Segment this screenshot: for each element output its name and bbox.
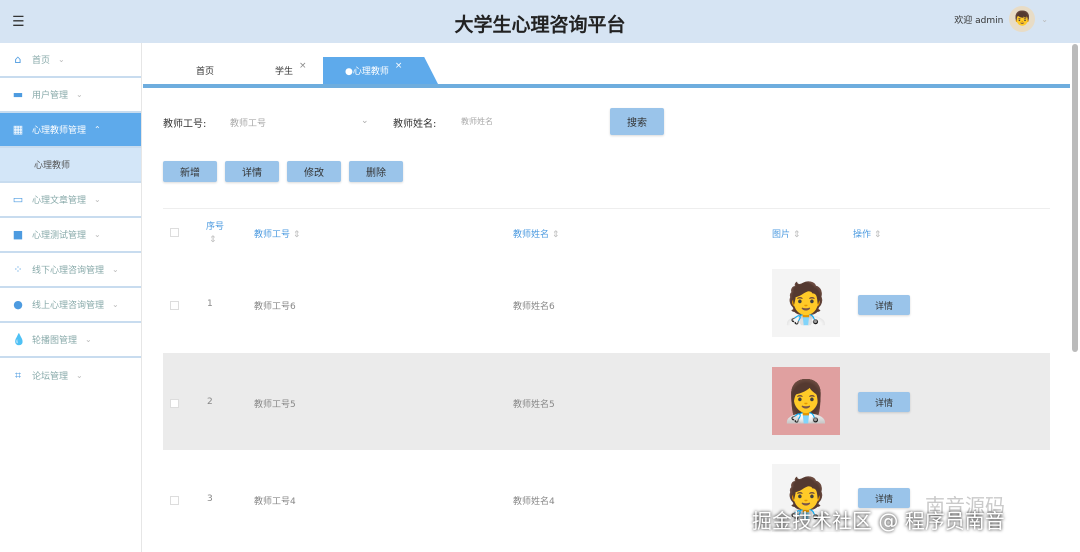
sidebar-subitem-teacher[interactable]: 心理教师 [0,148,141,183]
sidebar-item-home[interactable]: ⌂ 首页 ⌄ [0,43,141,78]
top-header: ☰ 大学生心理咨询平台 欢迎 admin 👦 ⌄ [0,0,1080,43]
avatar[interactable]: 👦 [1009,6,1036,32]
chevron-down-icon: ⌄ [85,335,92,344]
tab-label: 首页 [196,67,215,77]
sort-icon: ⇕ [873,230,882,240]
row-checkbox[interactable] [170,301,179,310]
edit-button[interactable]: 修改 [287,161,341,182]
sidebar-item-users[interactable]: ▬ 用户管理 ⌄ [0,78,141,113]
sidebar-item-label: 心理测试管理 [32,231,87,241]
welcome-text: 欢迎 admin [954,15,1004,26]
row-teacher-id: 教师工号4 [254,497,296,507]
tab-label: ●心理教师 [345,67,389,77]
chevron-down-icon: ⌄ [1041,14,1048,24]
chevron-down-icon: ⌄ [58,55,65,64]
grid-icon: ▦ [12,123,24,136]
row-checkbox[interactable] [170,496,179,505]
teacher-photo: 👩‍⚕️ [772,367,840,435]
close-icon[interactable]: × [299,61,307,71]
chevron-down-icon: ⌄ [112,265,119,274]
tab-students[interactable]: 学生 × [275,57,307,84]
sidebar-item-teachers[interactable]: ▦ 心理教师管理 ⌃ [0,113,141,148]
teacher-table: 序号 ⇕ 教师工号 ⇕ 教师姓名 ⇕ 图片 ⇕ 操作 ⇕ 1 教师工号6 教师姓… [163,208,1050,552]
row-teacher-name: 教师姓名4 [513,497,555,507]
page-title: 大学生心理咨询平台 [454,14,626,36]
detail-button[interactable]: 详情 [225,161,279,182]
teacher-name-label: 教师姓名: [393,119,437,130]
watermark: 掘金技术社区 @ 程序员南音 [752,509,1005,533]
delete-button[interactable]: 删除 [349,161,403,182]
sidebar-item-online[interactable]: ● 线上心理咨询管理 ⌄ [0,288,141,323]
teacher-photo: 🧑‍⚕️ [772,269,840,337]
select-all-checkbox[interactable] [170,228,179,237]
chat-icon: ● [13,298,23,311]
tab-bar: 首页 学生 × ●心理教师 × [143,44,1070,88]
sidebar-item-label: 线上心理咨询管理 [32,301,105,311]
tab-teachers[interactable]: ●心理教师 × [323,57,438,84]
chevron-down-icon: ⌄ [76,90,83,99]
scrollbar[interactable] [1072,44,1078,352]
tab-home[interactable]: 首页 [196,57,214,84]
sidebar-item-tests[interactable]: ■ 心理测试管理 ⌄ [0,218,141,253]
search-button[interactable]: 搜索 [610,108,664,135]
sidebar-item-articles[interactable]: ▭ 心理文章管理 ⌄ [0,183,141,218]
row-index: 3 [207,494,213,504]
row-detail-button[interactable]: 详情 [858,392,910,412]
header-image[interactable]: 图片 ⇕ [772,227,800,240]
sidebar-item-label: 心理文章管理 [32,196,87,206]
sort-icon: ⇕ [292,230,301,240]
row-index: 2 [207,397,213,407]
table-header: 序号 ⇕ 教师工号 ⇕ 教师姓名 ⇕ 图片 ⇕ 操作 ⇕ [163,208,1050,255]
sidebar-item-forum[interactable]: ⌗ 论坛管理 ⌄ [0,358,141,393]
user-icon: ▬ [12,88,24,101]
sidebar-item-label: 轮播图管理 [32,336,78,346]
briefcase-icon: ▭ [12,193,24,206]
sidebar-item-label: 心理教师管理 [32,126,87,136]
sidebar-item-label: 用户管理 [32,91,69,101]
header-id[interactable]: 教师工号 ⇕ [254,227,300,240]
row-index: 1 [207,299,213,309]
home-icon: ⌂ [14,53,22,66]
chevron-up-icon: ⌃ [94,125,101,134]
sort-icon: ⇕ [551,230,560,240]
chevron-down-icon: ⌄ [94,195,101,204]
search-form: 教师工号: 教师工号 ⌄ 教师姓名: 教师姓名 搜索 [163,108,673,136]
header-index[interactable]: 序号 [206,219,224,232]
sort-icon[interactable]: ⇕ [209,235,217,245]
chevron-down-icon: ⌄ [361,116,369,126]
row-teacher-id: 教师工号6 [254,302,296,312]
header-name[interactable]: 教师姓名 ⇕ [513,227,559,240]
teacher-id-select[interactable]: 教师工号 [230,116,266,129]
row-teacher-name: 教师姓名5 [513,400,555,410]
teacher-name-input[interactable]: 教师姓名 [461,116,493,127]
add-button[interactable]: 新增 [163,161,217,182]
row-teacher-name: 教师姓名6 [513,302,555,312]
drop-icon: 💧 [12,333,26,346]
sidebar-item-label: 首页 [32,56,51,66]
book-icon: ■ [12,228,24,241]
tab-label: 学生 [275,67,294,77]
chevron-down-icon: ⌄ [112,300,119,309]
row-detail-button[interactable]: 详情 [858,295,910,315]
table-row: 2 教师工号5 教师姓名5 👩‍⚕️ 详情 [163,353,1050,450]
row-checkbox[interactable] [170,399,179,408]
sidebar-item-offline[interactable]: ⁘ 线下心理咨询管理 ⌄ [0,253,141,288]
chevron-down-icon: ⌄ [94,230,101,239]
close-icon[interactable]: × [395,61,403,71]
sidebar: ⌂ 首页 ⌄ ▬ 用户管理 ⌄ ▦ 心理教师管理 ⌃ 心理教师 ▭ 心理文章管理 ⌄ ■ 心理测试… [0,43,142,552]
sidebar-item-label: 线下心理咨询管理 [32,266,105,276]
sidebar-item-carousel[interactable]: 💧 轮播图管理 ⌄ [0,323,141,358]
apps-icon: ⁘ [13,263,23,276]
chevron-down-icon: ⌄ [76,371,83,380]
sidebar-item-label: 论坛管理 [32,372,69,382]
header-operation[interactable]: 操作 ⇕ [853,227,881,240]
crop-icon: ⌗ [14,368,22,382]
row-teacher-id: 教师工号5 [254,400,296,410]
sort-icon: ⇕ [792,230,801,240]
user-menu[interactable]: 欢迎 admin 👦 ⌄ [954,6,1048,32]
teacher-id-label: 教师工号: [163,119,207,130]
table-row: 1 教师工号6 教师姓名6 🧑‍⚕️ 详情 [163,255,1050,352]
